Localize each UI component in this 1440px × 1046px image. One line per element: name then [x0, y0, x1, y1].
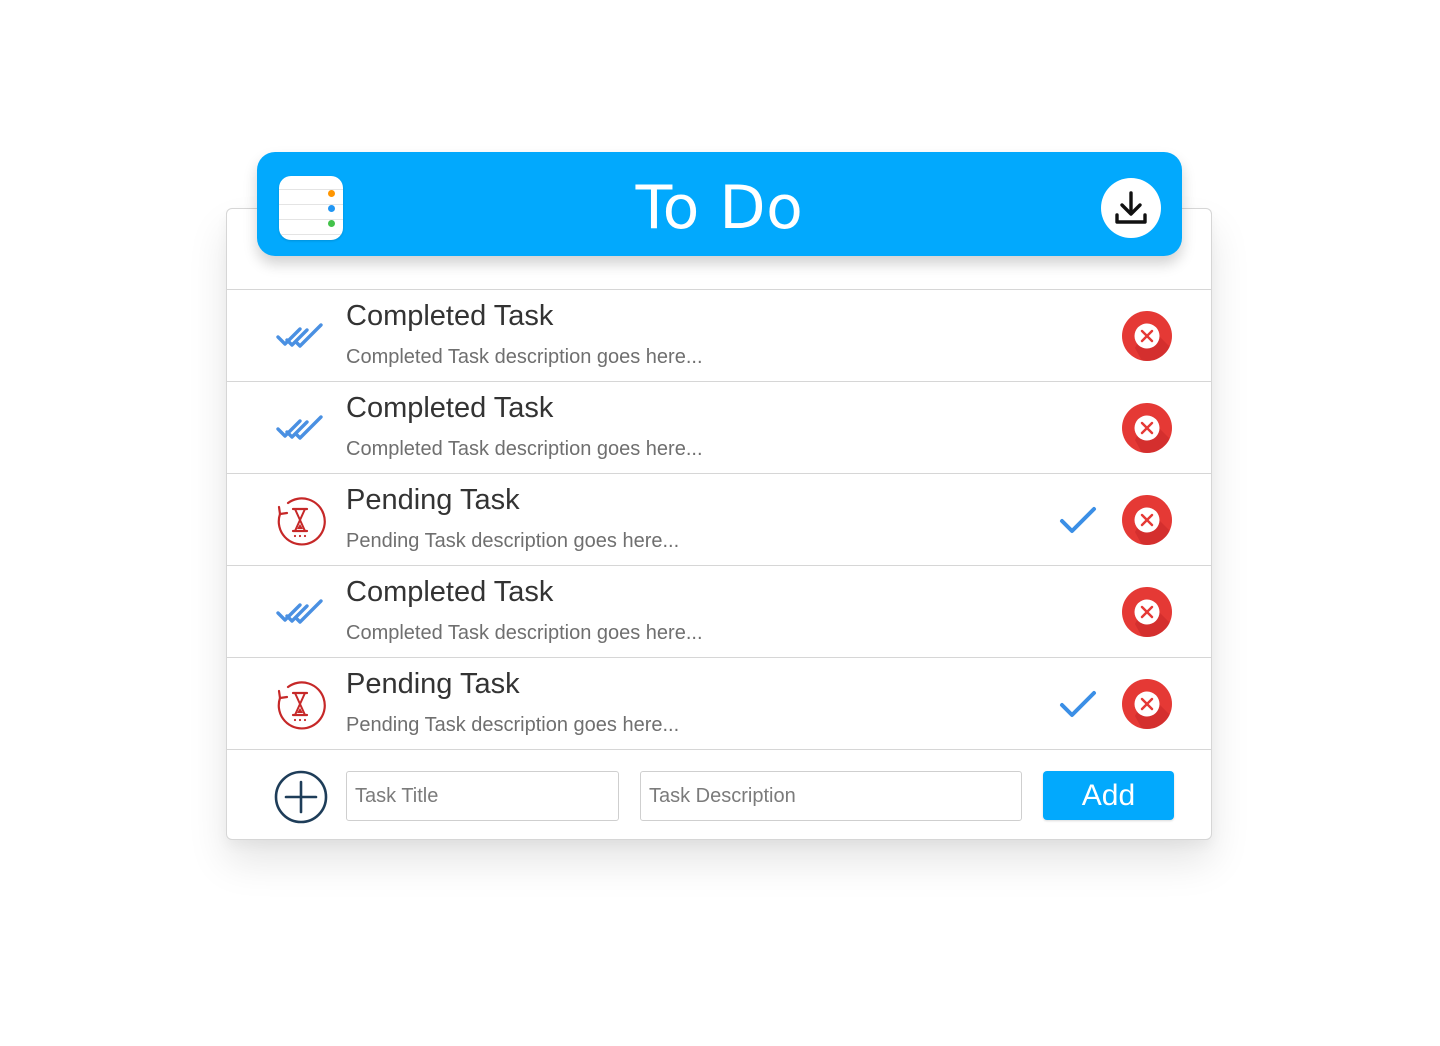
- task-title: Pending Task: [346, 484, 520, 516]
- double-check-icon: [276, 415, 323, 440]
- delete-x-icon[interactable]: [1121, 494, 1173, 546]
- task-row: Pending Task Pending Task description goe…: [226, 473, 1212, 565]
- add-task-row: Add: [226, 749, 1212, 841]
- mark-complete-check-icon[interactable]: [1058, 502, 1098, 538]
- task-list: Completed Task Completed Task description…: [226, 289, 1212, 841]
- double-check-icon: [276, 599, 323, 624]
- hourglass-refresh-icon: [277, 497, 326, 546]
- task-description: Pending Task description goes here...: [346, 530, 680, 552]
- task-row: Completed Task Completed Task description…: [226, 565, 1212, 657]
- delete-x-icon[interactable]: [1121, 586, 1173, 638]
- task-row: Completed Task Completed Task description…: [226, 381, 1212, 473]
- task-description: Completed Task description goes here...: [346, 346, 703, 368]
- add-button[interactable]: Add: [1043, 771, 1174, 820]
- task-row: Pending Task Pending Task description goe…: [226, 657, 1212, 749]
- task-description: Pending Task description goes here...: [346, 714, 680, 736]
- task-description: Completed Task description goes here...: [346, 622, 703, 644]
- task-title: Completed Task: [346, 576, 554, 608]
- delete-x-icon[interactable]: [1121, 678, 1173, 730]
- plus-circle-icon[interactable]: [274, 770, 328, 824]
- download-button[interactable]: [1101, 178, 1161, 238]
- delete-x-icon[interactable]: [1121, 310, 1173, 362]
- mark-complete-check-icon[interactable]: [1058, 686, 1098, 722]
- task-title: Pending Task: [346, 668, 520, 700]
- task-title: Completed Task: [346, 392, 554, 424]
- page-title: To Do: [635, 173, 804, 243]
- task-description-input[interactable]: [640, 771, 1022, 821]
- task-description: Completed Task description goes here...: [346, 438, 703, 460]
- header-bar: To Do: [257, 152, 1182, 256]
- task-row: Completed Task Completed Task description…: [226, 289, 1212, 381]
- double-check-icon: [276, 323, 323, 348]
- delete-x-icon[interactable]: [1121, 402, 1173, 454]
- download-icon: [1115, 191, 1147, 224]
- hourglass-refresh-icon: [277, 681, 326, 730]
- task-title: Completed Task: [346, 300, 554, 332]
- task-title-input[interactable]: [346, 771, 619, 821]
